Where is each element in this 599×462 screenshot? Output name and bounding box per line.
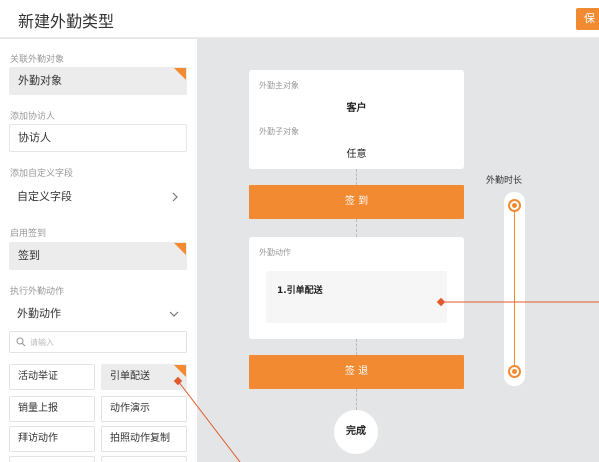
checkin-field[interactable]: 签到 [9,242,187,270]
main-object-value: 客户 [346,103,367,114]
duration-line [514,205,515,371]
action-chip[interactable] [101,456,187,462]
sub-object-value: 任意 [346,149,367,160]
action-chip[interactable]: 活动举证 [9,364,95,390]
action-card[interactable]: 外勤动作 1.引单配送 [249,237,464,339]
flow-connector [356,169,357,185]
sub-object-label: 外勤子对象 [259,127,299,136]
flow-connector [356,389,357,410]
duration-end-handle[interactable] [508,365,521,378]
action-chip[interactable]: 拜访动作 [9,426,95,452]
duration-start-handle[interactable] [508,199,521,212]
custom-field-value: 自定义字段 [17,190,72,203]
top-bar: 新建外勤类型 保 [0,0,599,38]
selected-corner-icon [174,68,186,80]
flow-connector [356,219,357,237]
action-label: 执行外勤动作 [10,287,65,297]
flow-canvas: 外勤主对象 客户 外勤子对象 任意 签 到 外勤动作 1.引单配送 签 退 完成… [199,39,599,462]
action-chip-selected[interactable]: 引单配送 [101,364,187,390]
related-object-value: 外勤对象 [18,74,62,87]
duration-timeline [504,192,525,386]
visitor-value: 协访人 [18,131,51,144]
related-object-field[interactable]: 外勤对象 [9,67,187,95]
custom-field-label: 添加自定义字段 [10,169,74,179]
main-object-label: 外勤主对象 [259,81,299,90]
custom-field-row[interactable]: 自定义字段 [9,184,187,210]
action-value: 外勤动作 [17,307,61,320]
action-item-label: 1.引单配送 [277,286,323,296]
page-title: 新建外勤类型 [18,12,115,31]
visitor-label: 添加协访人 [10,112,56,122]
action-chip[interactable] [9,456,95,462]
search-input[interactable] [30,335,180,349]
object-card[interactable]: 外勤主对象 客户 外勤子对象 任意 [249,70,464,169]
search-box[interactable] [9,331,187,353]
visitor-field[interactable]: 协访人 [9,124,187,152]
selected-corner-icon [174,243,186,255]
action-chip[interactable]: 动作演示 [101,396,187,422]
save-button[interactable]: 保 [576,8,599,30]
flow-connector [356,339,357,355]
action-card-label: 外勤动作 [259,248,291,257]
checkin-value: 签到 [18,249,40,262]
action-item[interactable]: 1.引单配送 [266,271,447,323]
finish-node[interactable]: 完成 [334,410,378,454]
duration-label: 外勤时长 [486,176,523,186]
chevron-right-icon [171,184,179,212]
search-icon [16,337,26,347]
checkin-step[interactable]: 签 到 [249,185,464,219]
checkout-step[interactable]: 签 退 [249,355,464,389]
sidebar: 关联外勤对象 外勤对象 添加协访人 协访人 添加自定义字段 自定义字段 启用签到… [0,39,198,462]
related-object-label: 关联外勤对象 [10,55,65,65]
action-chip[interactable]: 销量上报 [9,396,95,422]
action-chip[interactable]: 拍照动作复制 [101,426,187,452]
action-chip-label: 引单配送 [110,371,150,382]
checkin-label: 启用签到 [10,229,47,239]
selected-corner-icon [174,365,186,377]
action-dropdown[interactable]: 外勤动作 [9,301,187,327]
chevron-down-icon [169,301,179,328]
